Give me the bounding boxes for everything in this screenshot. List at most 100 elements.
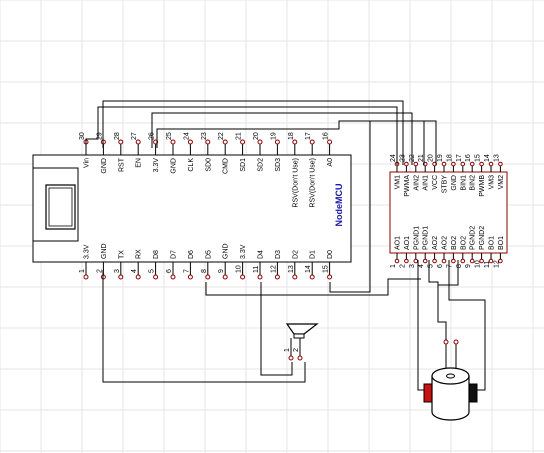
pin-number: 13 [288, 265, 295, 273]
pin-end [135, 274, 141, 280]
pin-number: 15 [323, 265, 330, 273]
pin-label: PWMA [404, 175, 411, 197]
pin-label: PGND2 [479, 226, 486, 250]
pin-label: BO1 [498, 236, 505, 250]
pin-number: 22 [218, 132, 225, 140]
pin-number: 19 [437, 154, 444, 162]
wire-driver-gnd-bus [438, 260, 459, 286]
pin-label: BO2 [460, 236, 467, 250]
pin-label: GND [101, 158, 108, 174]
pin-label: D6 [188, 250, 195, 259]
pin-label: STBY [442, 175, 449, 194]
motor-driver-module[interactable]: 24VM123PWMA22AIN221AIN120VCC19STBY18GND1… [389, 154, 508, 268]
pin-number: 30 [79, 132, 86, 140]
pin-number: 6 [166, 269, 173, 273]
pin-end [222, 274, 228, 280]
pin-end [257, 274, 263, 280]
pin-number: 9 [465, 264, 472, 268]
pin-number: 1 [79, 269, 86, 273]
pin-label: BIN2 [470, 175, 477, 191]
pin-label: 3.3V [240, 244, 247, 259]
pin-label: AO1 [395, 236, 402, 250]
pin-number: 8 [456, 264, 463, 268]
pin-label: CLK [188, 158, 195, 172]
pin-label: RSV(Don't Use) [292, 158, 299, 208]
pin-label: 3.3V [84, 244, 91, 259]
pin-number: 17 [456, 154, 463, 162]
pin-number: 14 [484, 154, 491, 162]
pin-number: 24 [183, 132, 190, 140]
pin-number: 1 [390, 264, 397, 268]
pin-label: SD3 [275, 158, 282, 172]
pin-label: D5 [205, 250, 212, 259]
pin-label: PWMB [479, 175, 486, 197]
pin-label: GND [101, 243, 108, 259]
pin-label: D3 [275, 250, 282, 259]
pin-label: VM2 [498, 175, 505, 190]
pin-number: 28 [114, 132, 121, 140]
pin-end [422, 258, 428, 264]
pin-end [118, 274, 124, 280]
schematic-canvas: NodeMCU 30Vin29GND28RST27EN263.3V25GND24… [0, 0, 544, 453]
pin-label: GND [171, 158, 178, 174]
pin-number: 20 [428, 154, 435, 162]
pin-label: BO1 [489, 236, 496, 250]
pin-number: 2 [399, 264, 406, 268]
pin-label: PGND1 [413, 226, 420, 250]
motor-lead-1-end [443, 339, 449, 345]
pin-label: EN [136, 158, 143, 168]
nodemcu-module[interactable]: NodeMCU 30Vin29GND28RST27EN263.3V25GND24… [32, 132, 352, 280]
pin-number: 7 [446, 264, 453, 268]
pin-number: 15 [475, 154, 482, 162]
speaker[interactable]: 1 2 [284, 323, 319, 361]
pin-number: 12 [270, 265, 277, 273]
pin-number: 2 [96, 269, 103, 273]
pin-label: 3.3V [153, 158, 160, 173]
pin-label: RSV(Don't Use) [310, 158, 317, 208]
pin-end [292, 274, 298, 280]
pin-label: PGND2 [470, 226, 477, 250]
pin-label: TX [118, 250, 125, 259]
pin-label: Vin [84, 158, 91, 168]
pin-number: 9 [218, 269, 225, 273]
pin-end [394, 258, 400, 264]
pin-number: 3 [114, 269, 121, 273]
pin-end [153, 274, 159, 280]
speaker-pin-2-end [297, 355, 303, 361]
pin-label: D2 [292, 250, 299, 259]
pin-end [404, 258, 409, 264]
pin-label: D7 [171, 250, 178, 259]
pin-label: AO1 [404, 236, 411, 250]
pin-label: VCC [432, 175, 439, 190]
pin-end [413, 258, 419, 264]
speaker-magnet [293, 333, 305, 339]
pin-label: D1 [310, 250, 317, 259]
speaker-pin-1-end [288, 355, 294, 361]
speaker-horn [285, 323, 319, 335]
pin-label: GND [223, 243, 230, 259]
pin-label: SD0 [205, 158, 212, 172]
pin-label: AIN2 [413, 175, 420, 191]
pin-label: SD2 [258, 158, 265, 172]
pin-label: PGND1 [423, 226, 430, 250]
pin-number: 18 [446, 154, 453, 162]
pin-number: 8 [201, 269, 208, 273]
pin-number: 7 [183, 269, 190, 273]
pin-end [432, 258, 437, 264]
pin-number: 16 [323, 132, 330, 140]
pin-number: 18 [288, 132, 295, 140]
nodemcu-title: NodeMCU [334, 184, 344, 227]
pin-number: 10 [475, 260, 482, 268]
pin-number: 10 [236, 265, 243, 273]
pin-end [274, 274, 280, 280]
pin-label: VM1 [395, 175, 402, 190]
pin-label: VM3 [489, 175, 496, 190]
pin-label: A0 [327, 158, 334, 167]
pin-label: D8 [153, 250, 160, 259]
pin-label: AO2 [432, 236, 439, 250]
pin-label: BO2 [451, 236, 458, 250]
pin-number: 17 [305, 132, 312, 140]
pin-label: BIN1 [460, 175, 467, 191]
pin-end [327, 274, 333, 280]
pin-number: 11 [253, 266, 260, 273]
